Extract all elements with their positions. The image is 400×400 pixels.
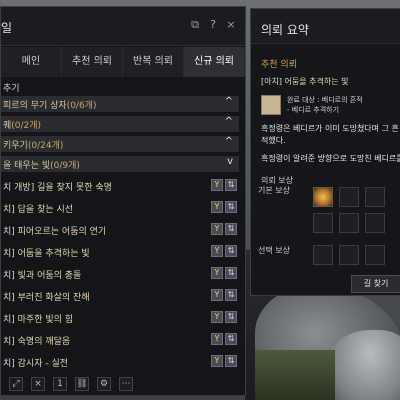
- summary-content: 추천 의뢰 [아치] 어둠을 추격하는 빛 완료 대상 : 베디르의 흔적 - …: [261, 57, 400, 186]
- quest-type-icon[interactable]: Y: [211, 223, 223, 235]
- quest-type-icon[interactable]: Y: [211, 245, 223, 257]
- quest-window-titlebar[interactable]: 일 ⧉ ? ×: [1, 7, 245, 46]
- search-label: 추기: [3, 84, 20, 94]
- category-label: 퀘(0/2개): [3, 121, 42, 131]
- more-icon[interactable]: ⋯: [119, 377, 133, 391]
- quest-type-icon[interactable]: Y: [211, 179, 223, 191]
- expand-icon[interactable]: ⤢: [9, 377, 23, 391]
- tab-new[interactable]: 신규 의뢰: [184, 47, 245, 77]
- reward-slot[interactable]: [365, 213, 385, 233]
- quest-action-icon[interactable]: ⇅: [225, 223, 237, 235]
- quest-item[interactable]: 치] 피어오르는 어둠의 연기 Y ⇅: [1, 221, 239, 239]
- close-small-icon[interactable]: ×: [31, 377, 45, 391]
- grass: [255, 350, 335, 400]
- quest-type-icon[interactable]: Y: [211, 311, 223, 323]
- select-reward-slot[interactable]: [339, 245, 359, 265]
- quest-window-toolbar: ⤢ × 1 ⛓ ⚙ ⋯: [9, 377, 133, 391]
- description-line-3: 흑정령이 알려준 방향으로 도망친 베디르를: [261, 154, 400, 163]
- quest-item[interactable]: 치] 마주한 빛의 힘 Y ⇅: [1, 309, 239, 327]
- completion-target: 완료 대상 : 베디르의 흔적 - 베디르 추격하기: [261, 95, 400, 115]
- quest-action-icon[interactable]: ⇅: [225, 267, 237, 279]
- settings-icon[interactable]: ⚙: [97, 377, 111, 391]
- numeric-icon[interactable]: 1: [53, 377, 67, 391]
- tab-main[interactable]: 메인: [1, 47, 62, 77]
- quest-item[interactable]: 치] 빛과 어둠의 충돌 Y ⇅: [1, 265, 239, 283]
- target-text: 완료 대상 : 베디르의 흔적 - 베디르 추격하기: [287, 96, 363, 114]
- reward-slot[interactable]: [313, 213, 333, 233]
- category-label: 피르의 무기 상자(0/6개): [3, 101, 97, 111]
- quest-item[interactable]: 치] 감시자 - 실전 Y ⇅: [1, 353, 239, 371]
- search-row[interactable]: 추기: [1, 79, 245, 97]
- quest-window-title: 일: [1, 21, 13, 35]
- quest-type-icon[interactable]: Y: [211, 267, 223, 279]
- quest-action-icon[interactable]: ⇅: [225, 179, 237, 191]
- quest-action-icon[interactable]: ⇅: [225, 355, 237, 367]
- close-icon[interactable]: ×: [225, 19, 237, 31]
- chevron-down-icon[interactable]: v: [227, 156, 233, 167]
- quest-tabs: 메인 추천 의뢰 반복 의뢰 신규 의뢰: [1, 47, 245, 77]
- find-route-button[interactable]: 길 찾기: [351, 275, 400, 293]
- help-icon[interactable]: ?: [207, 19, 219, 31]
- link-icon[interactable]: ⛓: [75, 377, 89, 391]
- description-line-1: 흑정령은 베디르가 이미 도망쳤다며 그 흔: [261, 124, 399, 133]
- tab-recommended[interactable]: 추천 의뢰: [62, 47, 123, 77]
- quest-item[interactable]: 치] 부러진 화살의 잔해 Y ⇅: [1, 287, 239, 305]
- quest-item[interactable]: 치] 숙명의 깨달음 Y ⇅: [1, 331, 239, 349]
- quest-action-icon[interactable]: ⇅: [225, 201, 237, 213]
- quest-type-icon[interactable]: Y: [211, 355, 223, 367]
- window-controls: ⧉ ? ×: [189, 19, 237, 31]
- quest-type-icon[interactable]: Y: [211, 289, 223, 301]
- quest-type-icon[interactable]: Y: [211, 201, 223, 213]
- category-row[interactable]: 피르의 무기 상자(0/6개) ^: [1, 96, 239, 112]
- quest-action-icon[interactable]: ⇅: [225, 333, 237, 345]
- select-reward-label: 선택 보상: [258, 246, 290, 255]
- category-row[interactable]: 을 태우는 빛(0/9개) v: [1, 156, 239, 172]
- select-reward-slot[interactable]: [365, 245, 385, 265]
- summary-title: 의뢰 요약: [261, 23, 309, 37]
- chevron-up-icon[interactable]: ^: [225, 136, 233, 147]
- popout-icon[interactable]: ⧉: [189, 19, 201, 31]
- reward-medal-icon[interactable]: [313, 187, 333, 207]
- category-label: 을 태우는 빛(0/9개): [3, 161, 80, 171]
- quest-action-icon[interactable]: ⇅: [225, 289, 237, 301]
- quest-summary-window: 의뢰 요약 추천 의뢰 [아치] 어둠을 추격하는 빛 완료 대상 : 베디르의…: [250, 8, 400, 296]
- chevron-up-icon[interactable]: ^: [225, 116, 233, 127]
- quest-window: 일 ⧉ ? × 메인 추천 의뢰 반복 의뢰 신규 의뢰 추기 피르의 무기 상…: [0, 6, 246, 396]
- basic-reward-label: 기본 보상: [258, 186, 290, 195]
- category-label: 키우기(0/24개): [3, 141, 64, 151]
- chevron-up-icon[interactable]: ^: [225, 96, 233, 107]
- category-row[interactable]: 키우기(0/24개) ^: [1, 136, 239, 152]
- quest-action-icon[interactable]: ⇅: [225, 245, 237, 257]
- description-line-2: 적했다.: [261, 136, 286, 145]
- select-reward-slot[interactable]: [313, 245, 333, 265]
- quest-item[interactable]: 치] 답을 찾는 시선 Y ⇅: [1, 199, 239, 217]
- quest-type-icon[interactable]: Y: [211, 333, 223, 345]
- target-icon: [261, 95, 281, 115]
- reward-slot[interactable]: [339, 213, 359, 233]
- reward-slot[interactable]: [339, 187, 359, 207]
- quest-item[interactable]: 치 개방] 길을 찾지 못한 숙명 Y ⇅: [1, 177, 239, 195]
- quest-action-icon[interactable]: ⇅: [225, 311, 237, 323]
- reward-slot[interactable]: [365, 187, 385, 207]
- category-row[interactable]: 퀘(0/2개) ^: [1, 116, 239, 132]
- quest-item[interactable]: 치] 어둠을 추격하는 빛 Y ⇅: [1, 243, 239, 261]
- summary-quest-name: [아치] 어둠을 추격하는 빛: [261, 77, 349, 86]
- summary-titlebar[interactable]: 의뢰 요약: [251, 9, 400, 44]
- recommended-label: 추천 의뢰: [261, 60, 297, 70]
- tab-repeat[interactable]: 반복 의뢰: [123, 47, 184, 77]
